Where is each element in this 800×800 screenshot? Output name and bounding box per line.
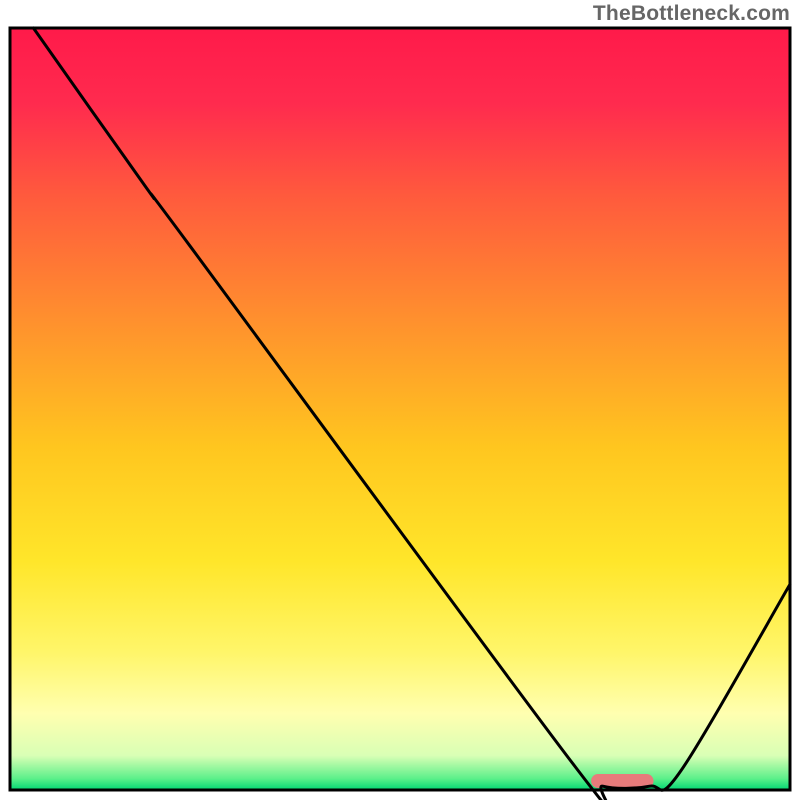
- bottleneck-chart: [0, 0, 800, 800]
- watermark-label: TheBottleneck.com: [593, 2, 790, 26]
- plot-background: [10, 28, 790, 790]
- chart-container: TheBottleneck.com: [0, 0, 800, 800]
